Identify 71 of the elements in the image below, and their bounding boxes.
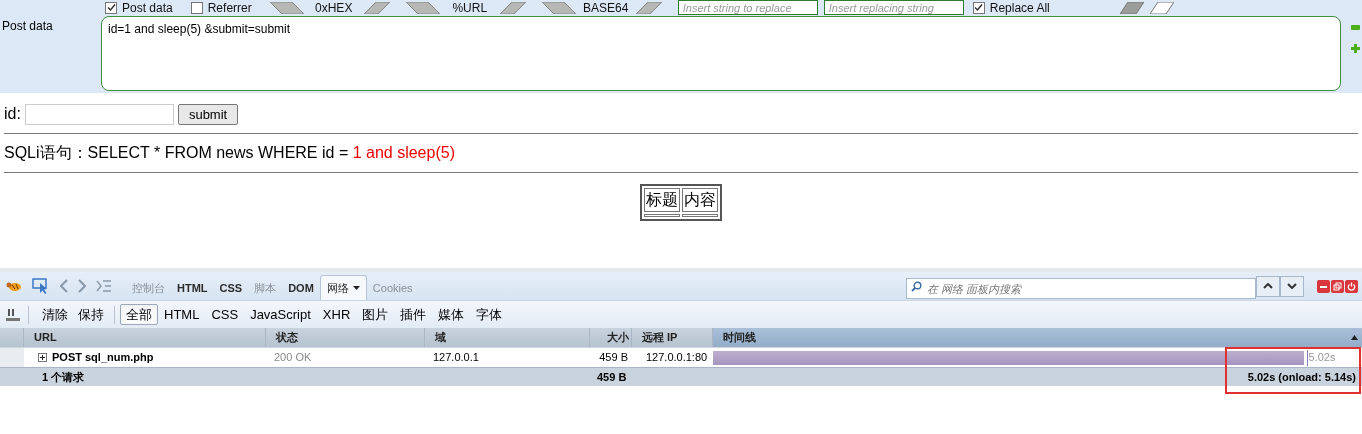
- filter-button[interactable]: HTML: [158, 304, 206, 325]
- bug-icon[interactable]: [6, 280, 22, 292]
- next-button[interactable]: [1280, 275, 1304, 297]
- option-label: Post data: [122, 1, 173, 14]
- column-header: 标题: [644, 188, 680, 212]
- panel-tab[interactable]: HTML: [171, 276, 214, 300]
- parallelogram-icon[interactable]: [499, 1, 526, 14]
- checkbox[interactable]: [190, 1, 203, 14]
- panel-tab[interactable]: CSS: [213, 276, 249, 300]
- previous-button[interactable]: [1256, 275, 1280, 297]
- filter-button[interactable]: XHR: [316, 304, 357, 325]
- restore-icon[interactable]: [1331, 279, 1344, 293]
- down-caret-icon: [1287, 283, 1297, 289]
- checkbox[interactable]: [972, 1, 985, 14]
- minimize-icon[interactable]: [1317, 279, 1330, 293]
- timeline-time: 5.02s: [1308, 350, 1336, 366]
- pause-xhr-icon[interactable]: [6, 307, 20, 322]
- domain-cell-text: 127.0.0.1: [432, 350, 480, 366]
- parallelogram-icon[interactable]: [1149, 1, 1174, 14]
- search-field[interactable]: 在 网络 面板内搜索: [906, 278, 1256, 299]
- checkbox[interactable]: [105, 1, 117, 14]
- status-cell-text: 200 OK: [273, 350, 313, 366]
- submit-button[interactable]: submit: [177, 103, 239, 125]
- id-field[interactable]: [24, 103, 174, 125]
- inspect-cursor-icon[interactable]: [32, 278, 50, 294]
- parallelogram-icon[interactable]: [541, 1, 576, 14]
- size-cell-text: 459 B: [598, 350, 629, 366]
- total-time: 5.02s (onload: 5.14s): [1247, 369, 1357, 385]
- remote-ip-cell-text: 127.0.0.1:80: [645, 350, 709, 366]
- replace-field[interactable]: Insert string to replace: [677, 0, 818, 15]
- parallelogram-icon[interactable]: [1119, 1, 1144, 14]
- total-size: 459 B: [596, 369, 628, 385]
- parallelogram-icon[interactable]: [269, 1, 304, 14]
- search-icon: [911, 280, 922, 292]
- dropdown-caret-icon[interactable]: [352, 286, 360, 290]
- power-icon[interactable]: [1345, 279, 1358, 293]
- request-count: 1 个请求: [41, 369, 86, 385]
- filter-button[interactable]: 插件: [394, 304, 433, 325]
- encoder-button[interactable]: %URL: [445, 1, 494, 14]
- sort-arrow-icon: [1351, 335, 1358, 340]
- filter-button[interactable]: CSS: [205, 304, 245, 325]
- toolbar-button[interactable]: 清除: [37, 303, 73, 326]
- parallelogram-icon[interactable]: [635, 1, 662, 14]
- post-data-label: Post data: [1, 18, 54, 35]
- panel-tab[interactable]: DOM: [282, 276, 320, 300]
- encoder-button[interactable]: 0xHEX: [309, 1, 358, 14]
- toolbar-button[interactable]: 保持: [73, 303, 109, 326]
- filter-button[interactable]: 字体: [470, 304, 509, 325]
- expand-icon[interactable]: [38, 353, 47, 362]
- up-caret-icon: [1263, 283, 1273, 289]
- column-header: 内容: [682, 188, 718, 212]
- parallelogram-icon[interactable]: [363, 1, 390, 14]
- replace-field[interactable]: Insert replacing string: [823, 0, 964, 15]
- request-row[interactable]: POST sql_num.php 200 OK 127.0.0.1 459 B 127.0.0.1:80 5.02s: [0, 347, 1362, 367]
- filter-button[interactable]: 全部: [120, 304, 158, 325]
- command-list-icon[interactable]: [96, 280, 112, 292]
- filter-button[interactable]: JavaScript: [244, 304, 317, 325]
- panel-tab[interactable]: 网络: [319, 275, 367, 300]
- post-data-field[interactable]: id=1 and sleep(5) &submit=submit: [101, 16, 1341, 91]
- filter-button[interactable]: 图片: [356, 304, 395, 325]
- encoder-button[interactable]: BASE64: [581, 1, 630, 14]
- filter-button[interactable]: 媒体: [432, 304, 471, 325]
- option-label: Referrer: [207, 1, 252, 14]
- column-header[interactable]: 时间线: [713, 328, 1362, 347]
- id-label: id:: [4, 104, 21, 124]
- plus-icon[interactable]: [1351, 44, 1360, 53]
- option-label: Replace All: [989, 1, 1050, 14]
- parallelogram-icon[interactable]: [405, 1, 440, 14]
- row-gutter: [0, 348, 24, 367]
- sql-statement: SQLi语句：SELECT * FROM news WHERE id = 1 and sleep(5): [4, 143, 456, 163]
- request-url[interactable]: POST sql_num.php: [52, 349, 154, 366]
